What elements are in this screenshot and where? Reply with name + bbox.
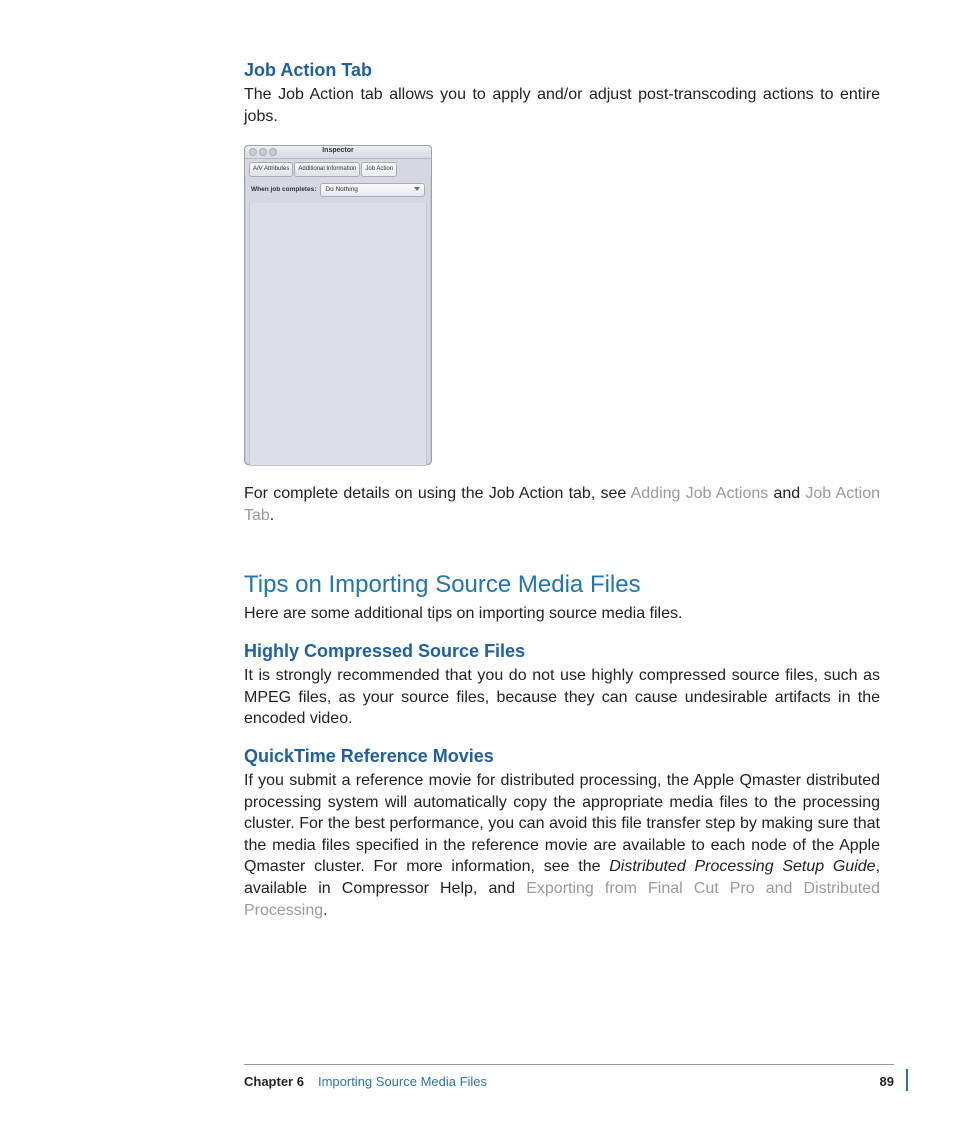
footer-accent-rule <box>906 1069 908 1091</box>
heading-tips-importing: Tips on Importing Source Media Files <box>244 569 880 601</box>
inspector-titlebar: Inspector <box>245 146 431 159</box>
heading-highly-compressed: Highly Compressed Source Files <box>244 639 880 663</box>
text: and <box>768 485 805 502</box>
text: . <box>270 507 274 524</box>
paragraph: If you submit a reference movie for dist… <box>244 770 880 921</box>
paragraph: For complete details on using the Job Ac… <box>244 483 880 526</box>
heading-job-action-tab: Job Action Tab <box>244 58 880 82</box>
paragraph: The Job Action tab allows you to apply a… <box>244 84 880 127</box>
inspector-body <box>249 203 427 466</box>
page-footer: Chapter 6 Importing Source Media Files 8… <box>244 1064 894 1091</box>
inspector-title: Inspector <box>322 147 354 154</box>
tab-additional-information[interactable]: Additional Information <box>294 162 360 176</box>
footer-page-number: 89 <box>880 1073 894 1091</box>
inspector-tabs: A/V Attributes Additional Information Jo… <box>245 159 431 176</box>
select-job-complete-action[interactable]: Do Nothing <box>320 183 425 198</box>
footer-chapter-name: Importing Source Media Files <box>318 1073 487 1091</box>
label-when-job-completes: When job completes: <box>251 186 316 195</box>
inspector-screenshot: Inspector A/V Attributes Additional Info… <box>244 145 880 465</box>
heading-quicktime-reference: QuickTime Reference Movies <box>244 744 880 768</box>
tab-av-attributes[interactable]: A/V Attributes <box>249 162 293 176</box>
text-italic: Distributed Processing Setup Guide <box>609 858 875 875</box>
tab-job-action[interactable]: Job Action <box>361 162 397 176</box>
link-adding-job-actions[interactable]: Adding Job Actions <box>631 485 769 502</box>
footer-chapter: Chapter 6 <box>244 1073 304 1091</box>
paragraph: Here are some additional tips on importi… <box>244 603 880 625</box>
window-traffic-lights <box>249 148 277 156</box>
text: . <box>323 902 327 919</box>
text: For complete details on using the Job Ac… <box>244 485 631 502</box>
paragraph: It is strongly recommended that you do n… <box>244 665 880 730</box>
